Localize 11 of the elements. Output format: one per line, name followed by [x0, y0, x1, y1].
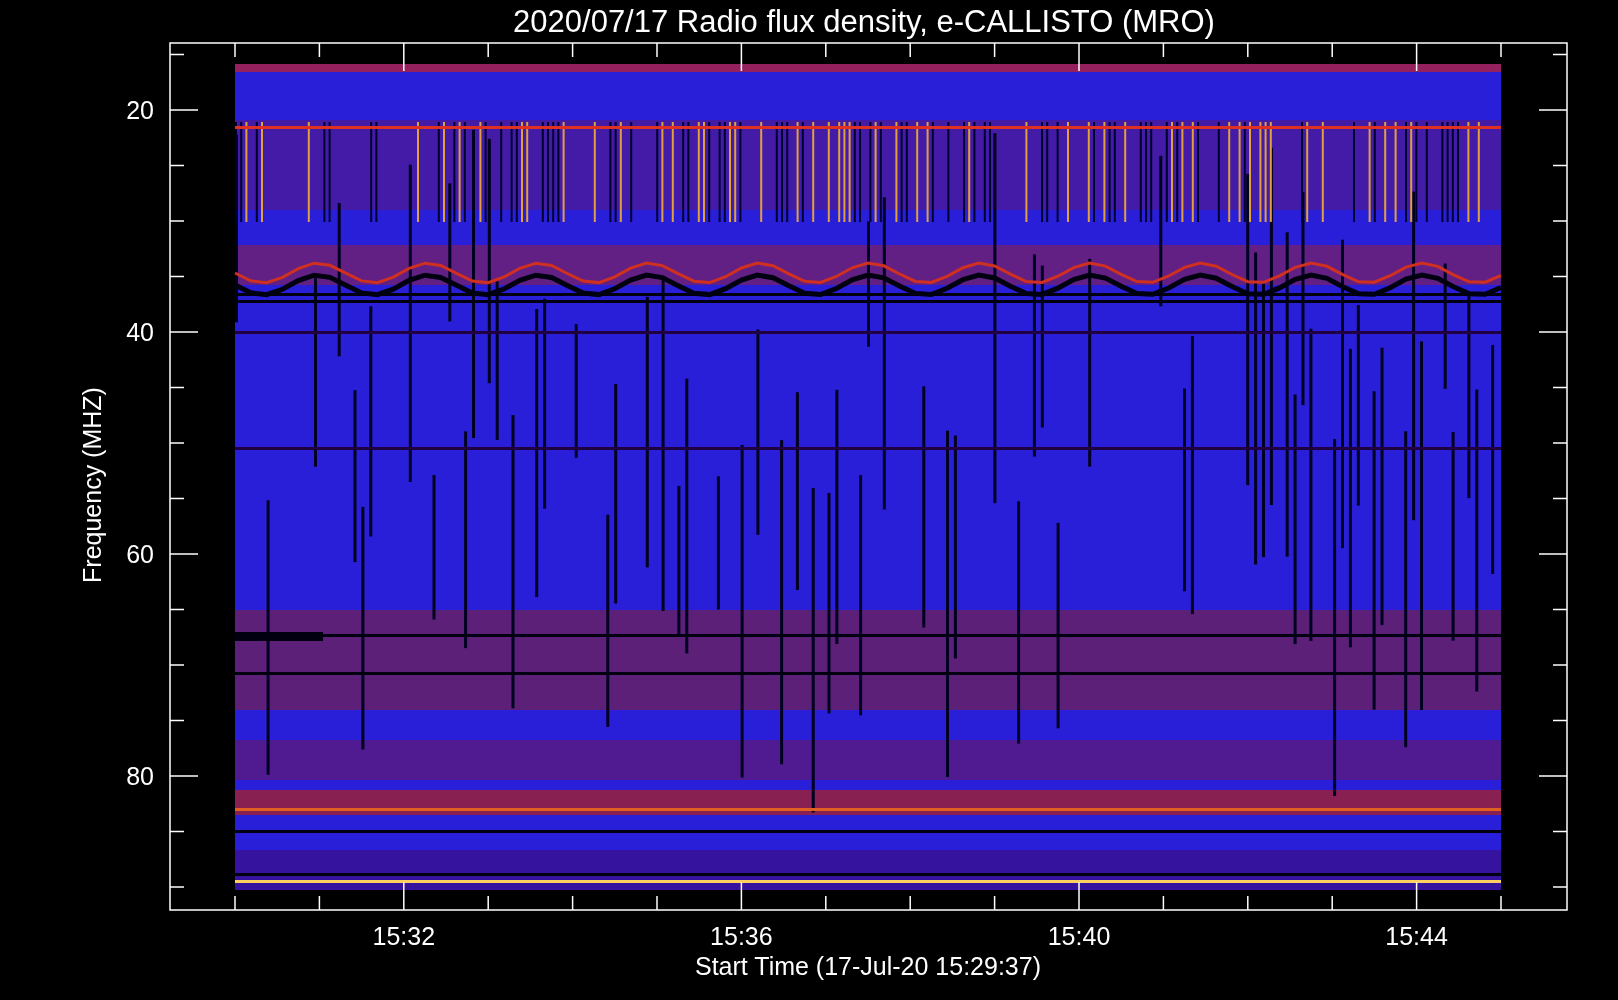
- tick-label: 60: [126, 540, 154, 568]
- chart-title: 2020/07/17 Radio flux density, e-CALLISTO (MRO): [513, 4, 1215, 39]
- tick-label: 15:32: [372, 922, 436, 950]
- tick-label: 15:44: [1385, 922, 1448, 950]
- tick-label: 15:40: [1047, 922, 1111, 950]
- axis-title: Frequency (MHZ): [78, 387, 106, 583]
- tick-label: 40: [126, 318, 154, 346]
- tick-label: 15:36: [710, 922, 773, 950]
- tick-label: 80: [126, 762, 154, 790]
- axis-title: Start Time (17-Jul-20 15:29:37): [695, 952, 1041, 980]
- tick-label: 20: [126, 96, 154, 124]
